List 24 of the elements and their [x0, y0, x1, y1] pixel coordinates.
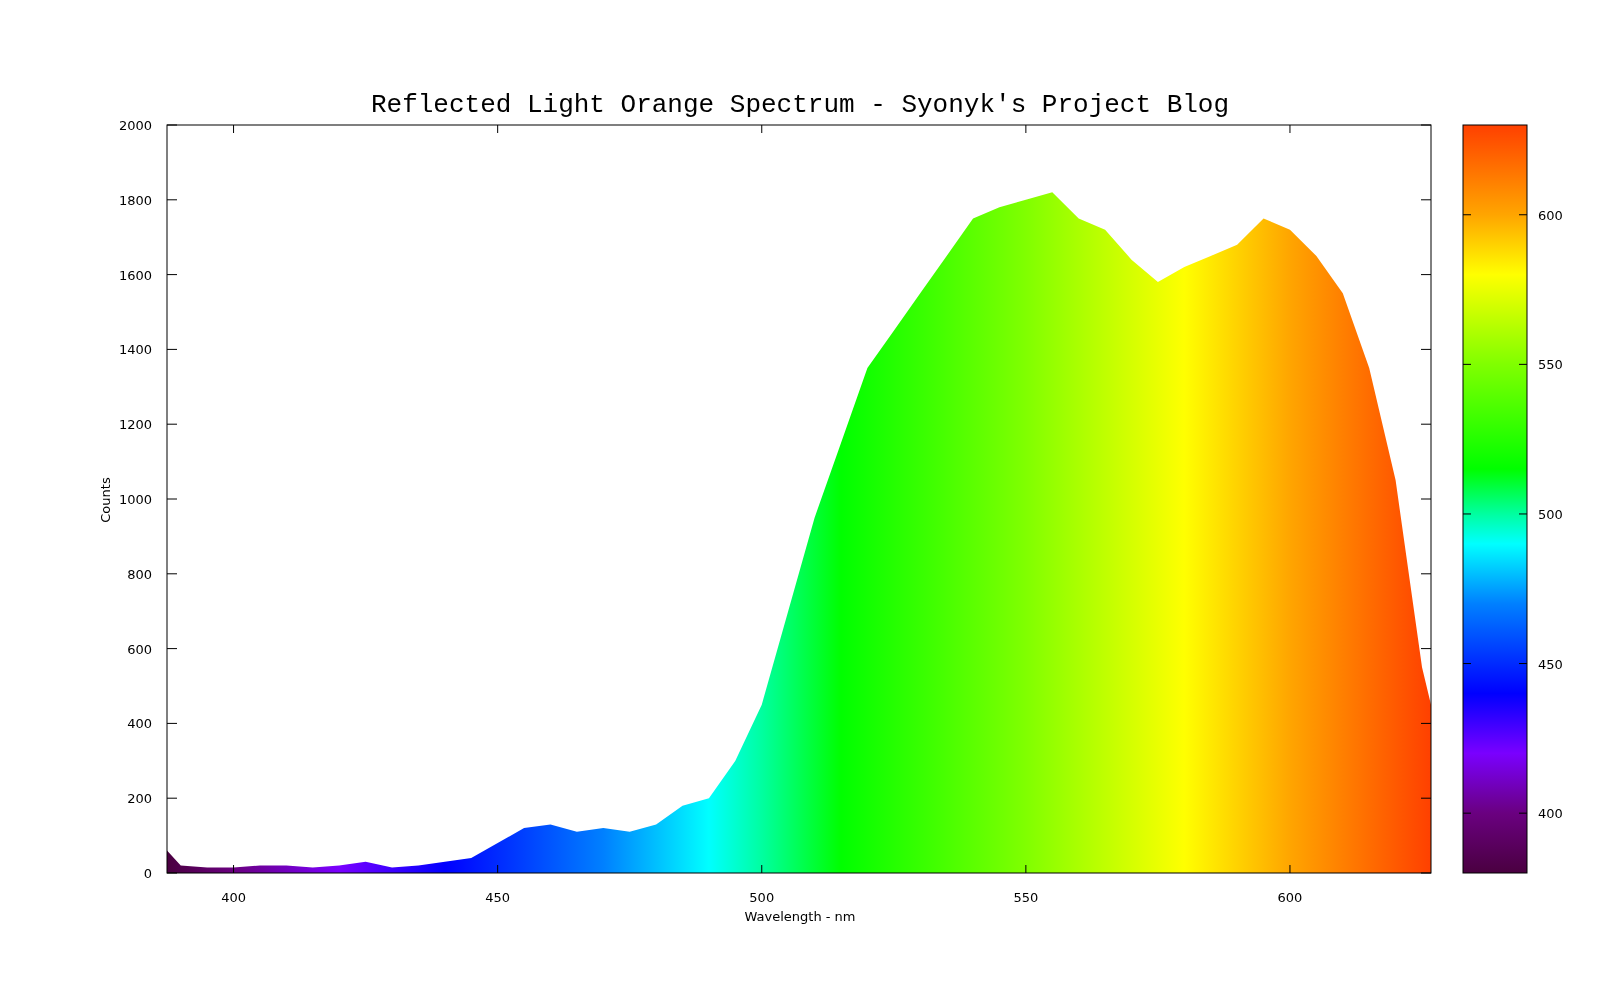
tick-label: 500: [749, 890, 775, 905]
tick-label: 1000: [118, 492, 152, 507]
tick-label: 200: [127, 791, 152, 807]
tick-label: 0: [143, 866, 152, 881]
tick-label: 600: [127, 641, 152, 657]
tick-label: 400: [1538, 806, 1563, 822]
tick-label: 550: [1538, 357, 1563, 373]
x-axis-label: Wavelength - nm: [744, 909, 856, 924]
tick-label: 2000: [118, 118, 152, 133]
y-axis-label: Counts: [98, 477, 113, 523]
tick-label: 1200: [118, 417, 152, 433]
tick-label: 400: [221, 890, 246, 905]
tick-label: 400: [127, 716, 152, 732]
chart-title: Reflected Light Orange Spectrum - Syonyk's Project Blog: [370, 90, 1230, 120]
tick-label: 550: [1013, 890, 1039, 905]
tick-label: 450: [1538, 656, 1563, 672]
tick-label: 450: [485, 890, 511, 905]
tick-label: 800: [127, 566, 152, 582]
tick-label: 600: [1538, 207, 1563, 223]
tick-label: 1400: [118, 342, 152, 358]
tick-label: 500: [1538, 506, 1563, 522]
tick-label: 1600: [118, 267, 152, 283]
tick-label: 1800: [118, 192, 152, 208]
tick-label: 600: [1277, 890, 1303, 905]
